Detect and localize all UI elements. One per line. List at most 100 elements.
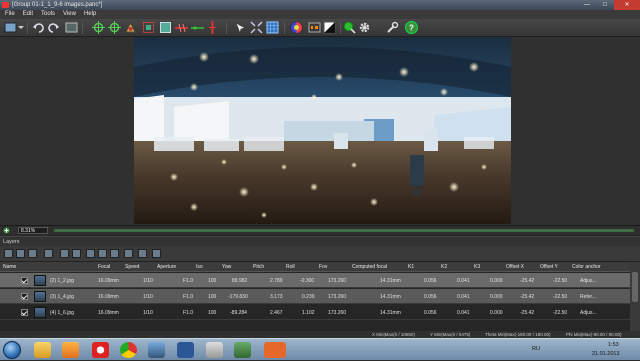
col-k1[interactable]: K1 — [408, 264, 414, 270]
col-iso[interactable]: Iso — [196, 264, 203, 270]
calculator-taskbar-icon[interactable] — [206, 342, 223, 358]
scrollbar-thumb[interactable] — [632, 272, 638, 302]
col-computed-focal[interactable]: Computed focal — [352, 264, 387, 270]
control-points-icon[interactable] — [234, 21, 247, 34]
new-project-icon[interactable] — [4, 21, 24, 34]
zoom-select[interactable]: 8.31% — [18, 227, 48, 234]
word-taskbar-icon[interactable] — [177, 342, 194, 358]
level-icon[interactable] — [191, 21, 204, 34]
cell-roll: 0.239 — [302, 294, 315, 300]
zoom-in-icon[interactable] — [3, 227, 10, 234]
crop-icon[interactable] — [142, 21, 155, 34]
layers-scrollbar[interactable] — [630, 262, 640, 338]
chrome-taskbar-icon[interactable] — [120, 342, 137, 358]
main-toolbar: ? — [0, 19, 640, 37]
table-row[interactable]: (2) 1_2.jpg 16.09mm 1/10 F1.0 100 89.982… — [0, 273, 630, 288]
table-row[interactable]: (3) 1_4.jpg 16.09mm 1/10 F1.0 100 -179.8… — [0, 289, 630, 304]
col-offset-x[interactable]: Offset X — [506, 264, 524, 270]
settings-icon[interactable] — [358, 21, 371, 34]
col-color-anchor[interactable]: Color anchor — [572, 264, 601, 270]
cell-name: (3) 1_4.jpg — [50, 294, 74, 300]
clock-date[interactable]: 21.01.2013 — [592, 351, 620, 357]
add-layer-icon[interactable] — [4, 249, 13, 258]
move-up-icon[interactable] — [44, 249, 53, 258]
status-y: Y Min|Max(0 / 5475) — [430, 332, 471, 337]
menu-tools[interactable]: Tools — [41, 10, 55, 19]
cell-color-anchor[interactable]: Refer... — [580, 294, 596, 300]
panorama-viewport[interactable] — [0, 37, 640, 225]
cell-aperture: F1.0 — [183, 310, 194, 316]
clock-time[interactable]: 1:53 — [608, 342, 619, 348]
table-row[interactable]: (4) 1_6.jpg 16.09mm 1/10 F1.0 100 -89.28… — [0, 305, 630, 320]
explorer-taskbar-icon[interactable] — [34, 342, 51, 358]
cell-computed-focal: 14.31mm — [380, 310, 401, 316]
ungroup-icon[interactable] — [86, 249, 95, 258]
app-taskbar-icon[interactable] — [234, 342, 251, 358]
zoom-region-icon[interactable] — [65, 21, 78, 34]
vertical-line-icon[interactable] — [206, 21, 219, 34]
minimize-button[interactable]: — — [578, 0, 596, 10]
col-k2[interactable]: K2 — [441, 264, 447, 270]
cell-color-anchor[interactable]: Adjus... — [580, 278, 597, 284]
mask-icon[interactable] — [308, 21, 321, 34]
col-fov[interactable]: Fov — [319, 264, 327, 270]
cell-pitch: 2.467 — [270, 310, 283, 316]
col-focal[interactable]: Focal — [98, 264, 110, 270]
close-button[interactable]: ✕ — [614, 0, 640, 10]
maximize-button[interactable]: □ — [596, 0, 614, 10]
row-thumbnail — [34, 291, 46, 302]
remove-layer-icon[interactable] — [16, 249, 25, 258]
tools-icon[interactable] — [386, 21, 399, 34]
link-icon[interactable] — [98, 249, 107, 258]
cell-color-anchor[interactable]: Adjus... — [580, 310, 597, 316]
yandex-browser-taskbar-icon[interactable] — [92, 342, 109, 358]
menu-edit[interactable]: Edit — [23, 10, 33, 19]
row-checkbox[interactable] — [21, 293, 28, 300]
move-icon[interactable] — [92, 21, 105, 34]
col-roll[interactable]: Roll — [286, 264, 295, 270]
move-down-icon[interactable] — [60, 249, 69, 258]
menu-view[interactable]: View — [63, 10, 76, 19]
col-name[interactable]: Name — [3, 264, 16, 270]
cell-offset-y: -22.50 — [553, 278, 568, 284]
start-button[interactable] — [3, 341, 21, 359]
cell-offset-x: -25.42 — [520, 278, 535, 284]
group-icon[interactable] — [72, 249, 81, 258]
preview-icon[interactable] — [343, 21, 356, 34]
transform-icon[interactable] — [124, 21, 137, 34]
row-checkbox[interactable] — [21, 277, 28, 284]
tone-icon[interactable] — [323, 21, 336, 34]
col-aperture[interactable]: Aperture — [157, 264, 176, 270]
visibility-icon[interactable] — [138, 249, 147, 258]
col-yaw[interactable]: Yaw — [222, 264, 231, 270]
grid-view-icon[interactable] — [266, 21, 279, 34]
help-icon[interactable]: ? — [405, 21, 418, 34]
col-offset-y[interactable]: Offset Y — [540, 264, 558, 270]
panorama-image[interactable] — [134, 37, 511, 224]
col-k3[interactable]: K3 — [474, 264, 480, 270]
redo-icon[interactable] — [47, 21, 60, 34]
undo-icon[interactable] — [32, 21, 45, 34]
rotate-icon[interactable] — [108, 21, 121, 34]
menu-help[interactable]: Help — [84, 10, 96, 19]
select-icon[interactable] — [159, 21, 172, 34]
menu-file[interactable]: File — [5, 10, 15, 19]
explorer-window-taskbar-icon[interactable] — [148, 342, 165, 358]
duplicate-layer-icon[interactable] — [28, 249, 37, 258]
unlink-icon[interactable] — [110, 249, 119, 258]
cell-offset-y: -22.50 — [553, 310, 568, 316]
horizon-icon[interactable] — [175, 21, 188, 34]
lock-icon[interactable] — [152, 249, 161, 258]
status-phi: Phi Min|Max(-90.00 / 90.00) — [566, 332, 622, 337]
col-speed[interactable]: Speed — [125, 264, 139, 270]
color-correct-icon[interactable] — [290, 21, 303, 34]
zoom-slider[interactable] — [54, 229, 634, 232]
properties-icon[interactable] — [124, 249, 133, 258]
col-pitch[interactable]: Pitch — [253, 264, 264, 270]
row-checkbox[interactable] — [21, 309, 28, 316]
media-player-taskbar-icon[interactable] — [62, 342, 79, 358]
language-indicator[interactable]: RU — [532, 346, 540, 352]
align-icon[interactable] — [250, 21, 263, 34]
title-bar: [Group 01-1_1_9-6 images.panc*] — □ ✕ — [0, 0, 640, 10]
pano-app-taskbar-icon[interactable] — [264, 342, 286, 358]
